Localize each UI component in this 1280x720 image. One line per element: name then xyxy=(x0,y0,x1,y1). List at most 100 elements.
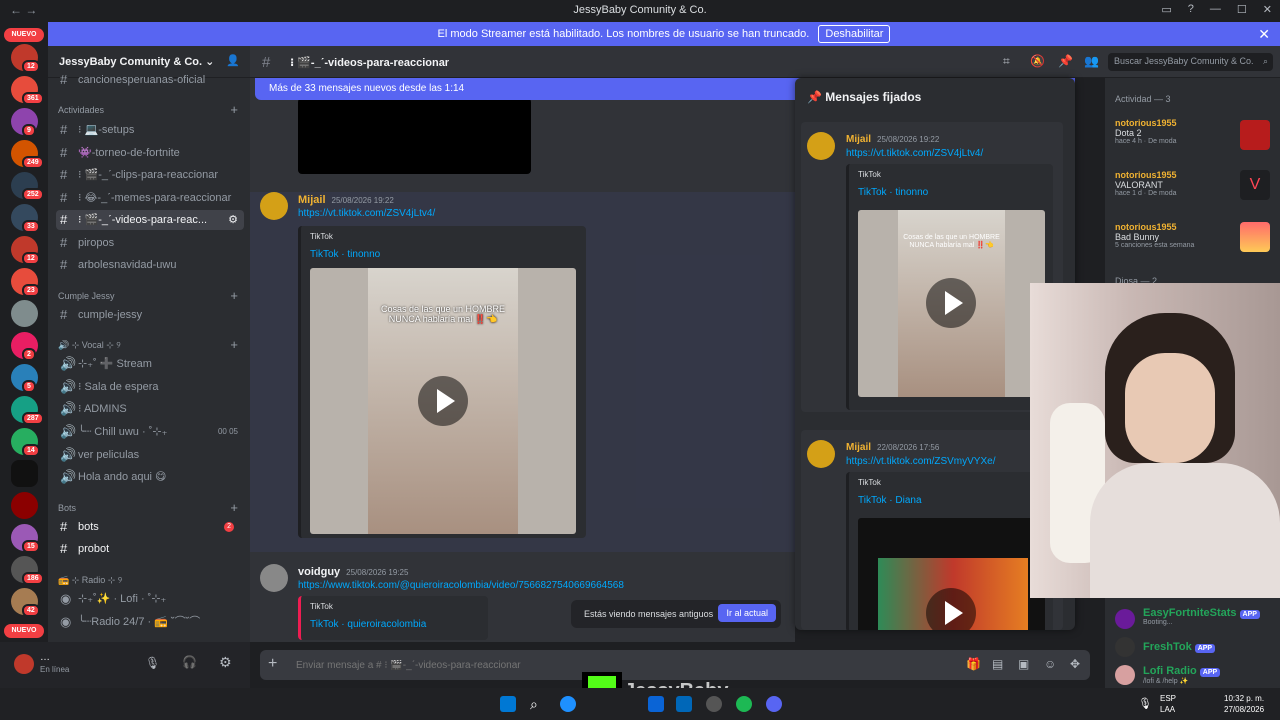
gear-icon[interactable]: ⚙ xyxy=(219,654,232,671)
avatar[interactable] xyxy=(1115,637,1135,657)
clock[interactable]: 10:32 p. m. 27/08/2026 xyxy=(1224,693,1264,715)
category-cumple[interactable]: Cumple Jessy xyxy=(58,291,115,301)
jump-to-present-button[interactable]: Ir al actual xyxy=(718,604,776,622)
add-channel-icon[interactable]: + xyxy=(230,102,238,117)
stage-channel[interactable]: ◉ ⊹₊˚✨ · Lofi · ˚⊹₊ xyxy=(56,589,244,609)
minimize-button[interactable]: — xyxy=(1210,3,1221,16)
mic-icon[interactable]: 🎙 xyxy=(1138,697,1152,710)
add-attachment-icon[interactable]: + xyxy=(268,655,277,673)
previous-video[interactable] xyxy=(298,98,531,174)
spotify-icon[interactable] xyxy=(736,696,752,712)
voice-channel[interactable]: 🔊 ver peliculas xyxy=(56,445,244,465)
mic-icon[interactable]: 🎙 xyxy=(145,656,160,670)
edge-icon[interactable] xyxy=(560,696,576,712)
channel-item[interactable]: # 👾-torneo-de-fortnite xyxy=(56,143,244,163)
language-indicator[interactable]: ESP LAA xyxy=(1160,693,1176,715)
maximize-button[interactable]: ☐ xyxy=(1237,3,1247,16)
avatar[interactable] xyxy=(1115,665,1135,685)
bot-member[interactable]: EasyFortniteStats APP Booting... xyxy=(1143,607,1260,626)
help-icon[interactable]: ? xyxy=(1188,3,1194,16)
sticker-icon[interactable]: ▣ xyxy=(1018,657,1029,671)
members-icon[interactable]: 👥 xyxy=(1084,54,1099,68)
bot-name: FreshTok xyxy=(1143,641,1192,653)
message-link[interactable]: https://www.tiktok.com/@quieroiracolombi… xyxy=(298,580,624,591)
headphones-icon[interactable]: 🎧 xyxy=(182,655,197,669)
channel-item[interactable]: # ⁝ 😂-_ˊ-memes-para-reaccionar xyxy=(56,188,244,208)
voice-channel[interactable]: 🔊 ╰┈ Chill uwu · ˚⊹₊ 00 05 xyxy=(56,422,244,442)
mute-icon[interactable]: 🔕 xyxy=(1030,54,1045,68)
add-member-icon[interactable]: 👤 xyxy=(226,54,240,67)
avatar[interactable] xyxy=(14,654,34,674)
gif-icon[interactable]: ▤ xyxy=(992,657,1003,671)
channel-item[interactable]: # ⁝ 🎬-_ˊ-clips-para-reaccionar xyxy=(56,165,244,185)
embed-title[interactable]: TikTok · Diana xyxy=(858,495,922,506)
server-icon[interactable] xyxy=(11,460,38,487)
close-button[interactable]: ✕ xyxy=(1263,3,1272,16)
activity-item[interactable]: notorious1955 Bad Bunny 5 canciones esta s… xyxy=(1115,222,1194,249)
emoji-icon[interactable]: ☺ xyxy=(1044,657,1056,671)
avatar[interactable] xyxy=(260,192,288,220)
pin-icon[interactable]: 📌 xyxy=(1058,54,1073,68)
threads-icon[interactable]: ⌗ xyxy=(1003,54,1010,69)
channel-item-bots[interactable]: # bots 2 xyxy=(56,517,244,537)
play-icon[interactable] xyxy=(926,278,976,328)
voice-channel[interactable]: 🔊 Hola ando aqui 😋 xyxy=(56,467,244,487)
stage-channel[interactable]: ◉ ╰┈Radio 24/7 · 📻 ˘⌒˘⌒ xyxy=(56,612,244,632)
disable-streamer-button[interactable]: Deshabilitar xyxy=(818,25,891,43)
start-icon[interactable] xyxy=(500,696,516,712)
video-thumbnail[interactable]: Cosas de las que un HOMBRE NUNCA hablarí… xyxy=(858,210,1045,397)
add-channel-icon[interactable]: + xyxy=(230,337,238,352)
server-icon[interactable] xyxy=(11,492,38,519)
video-thumbnail[interactable] xyxy=(858,518,1045,630)
gift-icon[interactable]: 🎁 xyxy=(966,657,981,671)
search-input[interactable]: Buscar JessyBaby Comunity & Co. ⌕ xyxy=(1108,53,1273,71)
play-icon[interactable] xyxy=(418,376,468,426)
pinned-message[interactable]: Mijail 25/08/2026 19:22 https://vt.tiktok… xyxy=(801,122,1063,412)
channel-item[interactable]: # cancionesperuanas-oficial xyxy=(56,70,244,90)
bot-member[interactable]: Lofi Radio APP/lofi & /help ✨ xyxy=(1143,665,1221,685)
discord-icon[interactable] xyxy=(766,696,782,712)
settings-icon[interactable]: ⚙ xyxy=(228,210,238,230)
embed-title[interactable]: TikTok · tinonno xyxy=(858,187,928,198)
category-bots[interactable]: Bots xyxy=(58,503,76,513)
channel-item[interactable]: # ⁝ 💻-setups xyxy=(56,120,244,140)
category-actividades[interactable]: Actividades xyxy=(58,105,104,115)
obs-icon[interactable] xyxy=(706,696,722,712)
outlook-icon[interactable] xyxy=(648,696,664,712)
channel-item[interactable]: # arbolesnavidad-uwu xyxy=(56,255,244,275)
voice-channel[interactable]: 🔊 ⊹₊˚ ➕ Stream xyxy=(56,354,244,374)
embed-title[interactable]: TikTok · tinonno xyxy=(310,249,380,260)
pinned-message[interactable]: Mijail 22/08/2026 17:56 https://vt.tiktok… xyxy=(801,430,1063,630)
video-thumbnail[interactable]: Cosas de las que un HOMBRE NUNCA hablarí… xyxy=(310,268,576,534)
bot-member[interactable]: FreshTok APP xyxy=(1143,641,1216,653)
category-radio[interactable]: 📻 ⊹ Radio ⊹ ୨ xyxy=(58,575,122,586)
apps-icon[interactable]: ✥ xyxy=(1070,657,1080,671)
voice-channel[interactable]: 🔊 ⁝ Sala de espera xyxy=(56,377,244,397)
server-icon[interactable] xyxy=(11,300,38,327)
store-icon[interactable] xyxy=(676,696,692,712)
message-author[interactable]: Mijail 25/08/2026 19:22 xyxy=(298,194,394,206)
voice-channel[interactable]: 🔊 ⁝ ADMINS xyxy=(56,399,244,419)
channel-item-probot[interactable]: # probot xyxy=(56,539,244,559)
activity-item[interactable]: notorious1955 VALORANT hace 1 d · De moda xyxy=(1115,170,1177,197)
close-icon[interactable]: ✕ xyxy=(1258,22,1270,46)
search-icon[interactable]: ⌕ xyxy=(530,696,546,712)
add-channel-icon[interactable]: + xyxy=(230,288,238,303)
message-author[interactable]: voidguy 25/08/2026 19:25 xyxy=(298,566,408,578)
add-channel-icon[interactable]: + xyxy=(230,500,238,515)
category-vocal[interactable]: 🔊 ⊹ Vocal ⊹ ୨ xyxy=(58,340,121,351)
avatar[interactable] xyxy=(260,564,288,592)
channel-item-active[interactable]: # ⁝ 🎬-_ˊ-videos-para-reac... ⚙ xyxy=(56,210,244,230)
inbox-icon[interactable]: ▭ xyxy=(1161,3,1171,16)
avatar[interactable] xyxy=(1115,609,1135,629)
pinned-title: Mensajes fijados xyxy=(825,90,922,104)
user-count: 00 05 xyxy=(218,422,238,442)
embed-title[interactable]: TikTok · quieroiracolombia xyxy=(310,619,426,630)
message-link[interactable]: https://vt.tiktok.com/ZSVmyVYXe/ xyxy=(846,456,996,467)
activity-item[interactable]: notorious1955 Dota 2 hace 4 h · De moda xyxy=(1115,118,1177,145)
play-icon[interactable] xyxy=(926,588,976,630)
channel-item[interactable]: # piropos xyxy=(56,233,244,253)
message-link[interactable]: https://vt.tiktok.com/ZSV4jLtv4/ xyxy=(846,148,983,159)
message-link[interactable]: https://vt.tiktok.com/ZSV4jLtv4/ xyxy=(298,208,435,219)
channel-item[interactable]: # cumple-jessy xyxy=(56,305,244,325)
